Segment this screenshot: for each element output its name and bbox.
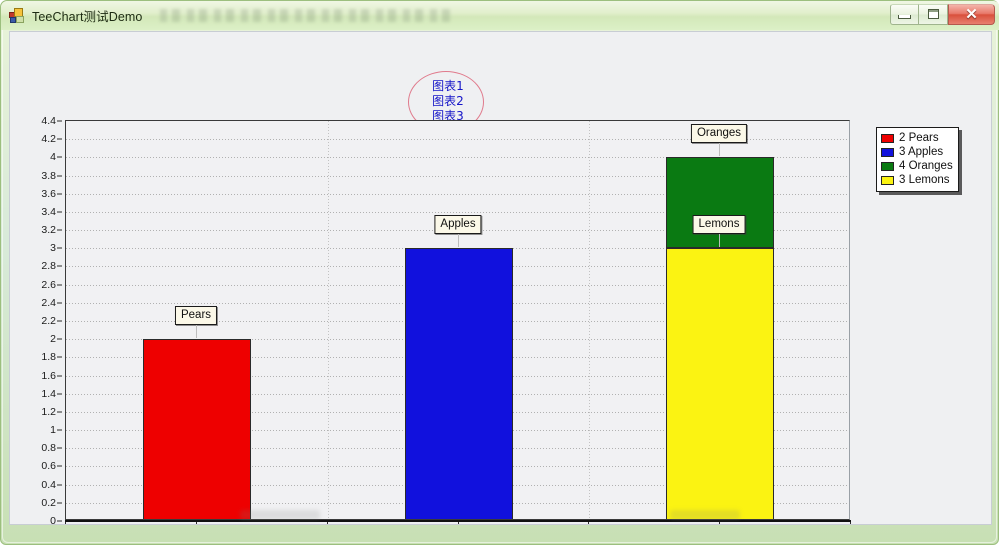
x-axis-tick [327,522,328,524]
chart-legend[interactable]: 2 Pears 3 Apples 4 Oranges 3 Lemons [876,127,959,192]
y-axis-tick-label: 3.2 [41,224,56,237]
y-axis-tick-label: 1.2 [41,405,56,418]
y-axis-tick-label: 2.4 [41,296,56,309]
y-axis-tick-label: 1.4 [41,387,56,400]
y-axis-tick-label: 3.6 [41,187,56,200]
y-axis-tick [57,393,62,395]
annotation-line-1: 图表1 [432,79,464,93]
x-axis-tick [458,522,459,524]
y-axis-tick [57,411,62,413]
y-axis-tick [57,156,62,158]
chart-bar[interactable] [405,248,513,519]
y-axis-tick [57,120,62,122]
watermark-smudge [670,510,740,520]
legend-item-label: 3 Apples [899,146,944,158]
application-window: TeeChart测试Demo ✕ 图表1 图表2 图表3 4.4 4.2 4 3… [0,0,999,545]
series-mark[interactable]: Lemons [692,215,746,234]
y-axis-tick-label: 1.6 [41,369,56,382]
y-axis-tick [57,193,62,195]
client-area: 图表1 图表2 图表3 4.4 4.2 4 3.8 3.6 3.4 3.2 3 2.8 2.6 2.… [9,31,992,525]
legend-color-swatch [881,147,894,157]
series-mark[interactable]: Apples [434,215,482,234]
y-axis-tick [57,175,62,177]
y-axis-tick [57,211,62,213]
y-axis-tick [57,484,62,486]
y-axis-tick-label: 2.2 [41,315,56,327]
series-mark-connector [719,143,720,156]
y-axis-tick [57,284,62,286]
y-axis-tick-label: 0 [50,515,56,525]
x-axis-tick [65,522,66,524]
maximize-icon [927,9,939,19]
chart-bar[interactable] [666,248,774,519]
y-axis-tick-label: 0.6 [41,460,56,473]
legend-color-swatch [881,175,894,185]
app-chart-icon [9,7,25,24]
y-axis-tick [57,302,62,304]
y-axis-tick [57,247,62,249]
y-axis-tick-label: 3 [50,242,56,255]
y-axis-tick [57,375,62,377]
y-axis-tick [57,229,62,231]
series-mark-connector [458,234,459,247]
annotation-line-2: 图表2 [432,94,464,108]
legend-item[interactable]: 2 Pears [881,131,953,145]
y-axis-tick [57,429,62,431]
y-axis-tick-label: 1.8 [41,351,56,364]
minimize-icon [898,14,911,19]
x-axis-tick [196,522,197,524]
close-icon: ✕ [965,5,978,23]
teechart-panel[interactable]: 图表1 图表2 图表3 4.4 4.2 4 3.8 3.6 3.4 3.2 3 2.8 2.6 2.… [10,32,991,524]
chart-bar[interactable] [143,339,251,519]
y-axis-tick-label: 2 [50,333,56,346]
legend-color-swatch [881,133,894,143]
y-axis-tick-label: 2.8 [41,260,56,273]
window-title: TeeChart测试Demo [32,10,143,24]
x-axis-tick [588,522,589,524]
maximize-button[interactable] [919,3,948,25]
y-axis-tick [57,520,62,522]
y-axis-tick [57,138,62,140]
series-mark-connector [719,234,720,247]
legend-item[interactable]: 4 Oranges [881,159,953,173]
y-axis-tick-label: 2.6 [41,278,56,291]
x-axis-tick [850,522,851,524]
y-axis-tick [57,465,62,467]
series-mark[interactable]: Pears [174,306,218,325]
y-axis-tick-label: 0.4 [41,478,56,491]
y-axis-tick-label: 1 [50,424,56,437]
title-bar[interactable]: TeeChart测试Demo ✕ [1,1,999,30]
x-axis-tick [719,522,720,524]
y-axis-tick-label: 3.4 [41,205,56,218]
legend-item-label: 2 Pears [899,132,939,144]
series-mark[interactable]: Oranges [690,124,748,143]
y-axis-tick [57,447,62,449]
minimize-button[interactable] [890,3,919,25]
y-axis-tick-label: 3.8 [41,169,56,182]
y-axis-tick [57,265,62,267]
legend-item[interactable]: 3 Apples [881,145,953,159]
close-button[interactable]: ✕ [948,3,995,25]
legend-item-label: 4 Oranges [899,160,953,172]
legend-color-swatch [881,161,894,171]
chart-bar[interactable] [666,157,774,248]
legend-item[interactable]: 3 Lemons [881,173,953,187]
y-axis-tick [57,502,62,504]
y-axis-tick [57,338,62,340]
y-axis: 4.4 4.2 4 3.8 3.6 3.4 3.2 3 2.8 2.6 2.4 2.2 2 1.8 1.6 1… [10,115,62,525]
series-mark-connector [196,325,197,338]
y-axis-tick [57,320,62,322]
y-axis-tick-label: 4.4 [41,115,56,127]
y-axis-tick-label: 0.2 [41,496,56,509]
title-watermark [160,9,451,22]
y-axis-tick-label: 0.8 [41,442,56,455]
window-controls: ✕ [890,3,995,25]
y-axis-tick-label: 4 [50,151,56,164]
y-axis-tick-label: 4.2 [41,133,56,146]
y-axis-tick [57,356,62,358]
annotation-text: 图表1 图表2 图表3 [422,79,474,124]
legend-item-label: 3 Lemons [899,174,950,186]
watermark-smudge [240,510,320,520]
